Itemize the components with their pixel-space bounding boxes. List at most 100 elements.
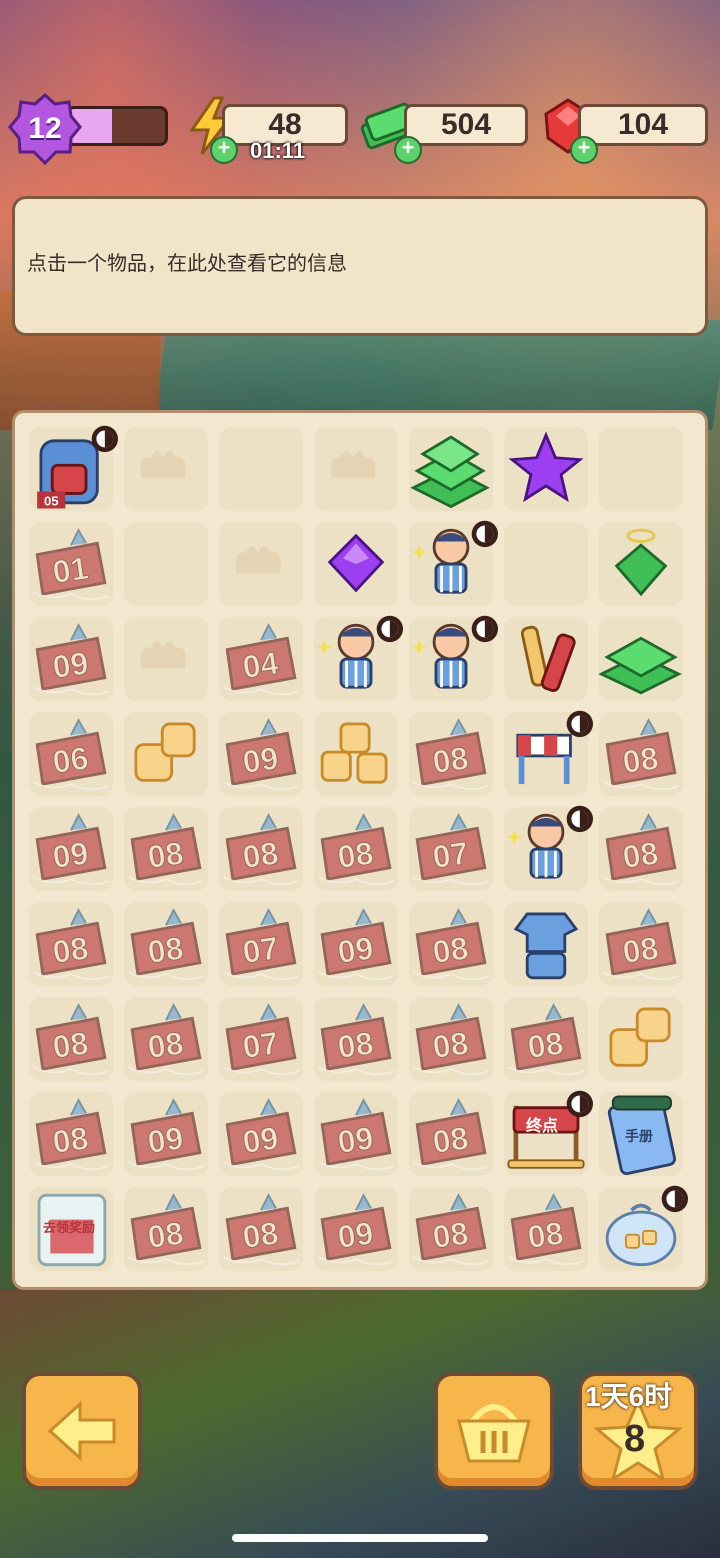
ticket-09-icon[interactable]: 09 bbox=[214, 707, 308, 801]
empty-slot-leaf-icon bbox=[119, 422, 213, 516]
ticket-09-icon[interactable]: 09 bbox=[309, 1087, 403, 1181]
star-count: 8 bbox=[624, 1418, 646, 1460]
inventory-basket-button[interactable] bbox=[434, 1372, 554, 1490]
svg-text:08: 08 bbox=[430, 1120, 470, 1161]
ticket-09-icon[interactable]: 09 bbox=[309, 1182, 403, 1276]
ticket-09-icon[interactable]: 09 bbox=[214, 1087, 308, 1181]
sports-uniform-icon[interactable] bbox=[499, 897, 593, 991]
svg-text:09: 09 bbox=[335, 1120, 375, 1161]
purple-star-icon[interactable] bbox=[499, 422, 593, 516]
ticket-08-icon[interactable]: 08 bbox=[404, 897, 498, 991]
ticket-08-icon[interactable]: 08 bbox=[24, 897, 118, 991]
info-hint-text: 点击一个物品，在此处查看它的信息 bbox=[27, 253, 347, 275]
cash-value: 504 bbox=[440, 108, 492, 141]
ticket-08-icon[interactable]: 08 bbox=[594, 897, 688, 991]
ticket-09-icon[interactable]: 09 bbox=[24, 802, 118, 896]
svg-text:08: 08 bbox=[430, 1215, 470, 1256]
ticket-09-icon[interactable]: 09 bbox=[119, 1087, 213, 1181]
green-gem-ring-icon[interactable] bbox=[594, 517, 688, 611]
ticket-08-icon[interactable]: 08 bbox=[214, 802, 308, 896]
back-button[interactable] bbox=[22, 1372, 142, 1490]
svg-text:08: 08 bbox=[335, 835, 375, 876]
svg-text:08: 08 bbox=[145, 1025, 185, 1066]
ticket-08-icon[interactable]: 08 bbox=[594, 802, 688, 896]
add-gem-button[interactable]: + bbox=[570, 136, 598, 164]
ticket-08-icon[interactable]: 08 bbox=[404, 992, 498, 1086]
hurdle-icon[interactable] bbox=[499, 707, 593, 801]
ticket-08-icon[interactable]: 08 bbox=[309, 802, 403, 896]
runner-kid-icon[interactable] bbox=[499, 802, 593, 896]
gem-counter: 104 bbox=[578, 104, 708, 146]
svg-text:08: 08 bbox=[525, 1215, 565, 1256]
svg-text:08: 08 bbox=[620, 835, 660, 876]
candy-bag-icon[interactable] bbox=[594, 1182, 688, 1276]
finish-label: 终点 bbox=[526, 1118, 559, 1135]
svg-text:08: 08 bbox=[145, 1215, 185, 1256]
ticket-07-icon[interactable]: 07 bbox=[404, 802, 498, 896]
gift-label: 去领奖励 bbox=[43, 1220, 96, 1235]
ticket-08-icon[interactable]: 08 bbox=[119, 992, 213, 1086]
ticket-09-icon[interactable]: 09 bbox=[24, 612, 118, 706]
board-cell[interactable] bbox=[219, 427, 303, 511]
ticket-08-icon[interactable]: 08 bbox=[119, 802, 213, 896]
ticket-07-icon[interactable]: 07 bbox=[214, 897, 308, 991]
ticket-08-icon[interactable]: 08 bbox=[214, 1182, 308, 1276]
runner-kid-icon[interactable] bbox=[404, 612, 498, 706]
ticket-01-icon[interactable]: 01 bbox=[24, 517, 118, 611]
svg-text:08: 08 bbox=[240, 1215, 280, 1256]
ticket-08-icon[interactable]: 08 bbox=[24, 1087, 118, 1181]
svg-text:09: 09 bbox=[50, 835, 90, 876]
svg-text:09: 09 bbox=[335, 1215, 375, 1256]
basket-icon bbox=[457, 1404, 531, 1463]
purple-gem-icon[interactable] bbox=[309, 517, 403, 611]
board-cell[interactable] bbox=[124, 522, 208, 606]
svg-text:09: 09 bbox=[145, 1120, 185, 1161]
svg-text:09: 09 bbox=[335, 930, 375, 971]
svg-text:07: 07 bbox=[240, 1025, 280, 1066]
add-cash-button[interactable]: + bbox=[394, 136, 422, 164]
ticket-08-icon[interactable]: 08 bbox=[24, 992, 118, 1086]
cash-stack-icon[interactable] bbox=[594, 612, 688, 706]
snack-sticks-icon[interactable] bbox=[499, 612, 593, 706]
item-info-panel: 点击一个物品，在此处查看它的信息 bbox=[12, 196, 708, 336]
star-timer: 1天6时 bbox=[585, 1381, 673, 1412]
arrow-left-icon bbox=[47, 1400, 116, 1462]
ticket-08-icon[interactable]: 08 bbox=[404, 707, 498, 801]
candy-cubes-3-icon[interactable] bbox=[309, 707, 403, 801]
cash-counter: 504 bbox=[404, 104, 528, 146]
add-energy-button[interactable]: + bbox=[210, 136, 238, 164]
svg-text:08: 08 bbox=[50, 930, 90, 971]
ticket-08-icon[interactable]: 08 bbox=[309, 992, 403, 1086]
candy-cubes-2-icon[interactable] bbox=[119, 707, 213, 801]
merge-board: 05 01 09 04 06 09 08 08 09 08 08 08 07 08 08 08 07 09 08 08… bbox=[12, 410, 708, 1290]
ticket-07-icon[interactable]: 07 bbox=[214, 992, 308, 1086]
board-cell[interactable] bbox=[599, 427, 683, 511]
ticket-08-icon[interactable]: 08 bbox=[594, 707, 688, 801]
ticket-08-icon[interactable]: 08 bbox=[499, 1182, 593, 1276]
svg-text:01: 01 bbox=[50, 550, 90, 591]
ticket-08-icon[interactable]: 08 bbox=[404, 1182, 498, 1276]
svg-text:08: 08 bbox=[620, 930, 660, 971]
candy-cubes-2-icon[interactable] bbox=[594, 992, 688, 1086]
svg-text:08: 08 bbox=[335, 1025, 375, 1066]
cash-stack-large-icon[interactable] bbox=[404, 422, 498, 516]
runner-kid-icon[interactable] bbox=[309, 612, 403, 706]
ticket-08-icon[interactable]: 08 bbox=[119, 897, 213, 991]
svg-text:08: 08 bbox=[240, 835, 280, 876]
ticket-06-icon[interactable]: 06 bbox=[24, 707, 118, 801]
ticket-08-icon[interactable]: 08 bbox=[119, 1182, 213, 1276]
ticket-09-icon[interactable]: 09 bbox=[309, 897, 403, 991]
svg-text:09: 09 bbox=[50, 645, 90, 686]
svg-text:09: 09 bbox=[240, 1120, 280, 1161]
ticket-08-icon[interactable]: 08 bbox=[499, 992, 593, 1086]
svg-text:08: 08 bbox=[430, 930, 470, 971]
handbook-label: 手册 bbox=[625, 1128, 653, 1144]
ticket-08-icon[interactable]: 08 bbox=[404, 1087, 498, 1181]
board-cell[interactable] bbox=[504, 522, 588, 606]
ticket-04-icon[interactable]: 04 bbox=[214, 612, 308, 706]
energy-timer: 01:11 bbox=[250, 138, 306, 163]
empty-slot-leaf-icon bbox=[309, 422, 403, 516]
runner-kid-icon[interactable] bbox=[404, 517, 498, 611]
backpack-05-icon[interactable]: 05 bbox=[24, 422, 118, 516]
home-indicator[interactable] bbox=[232, 1534, 488, 1542]
